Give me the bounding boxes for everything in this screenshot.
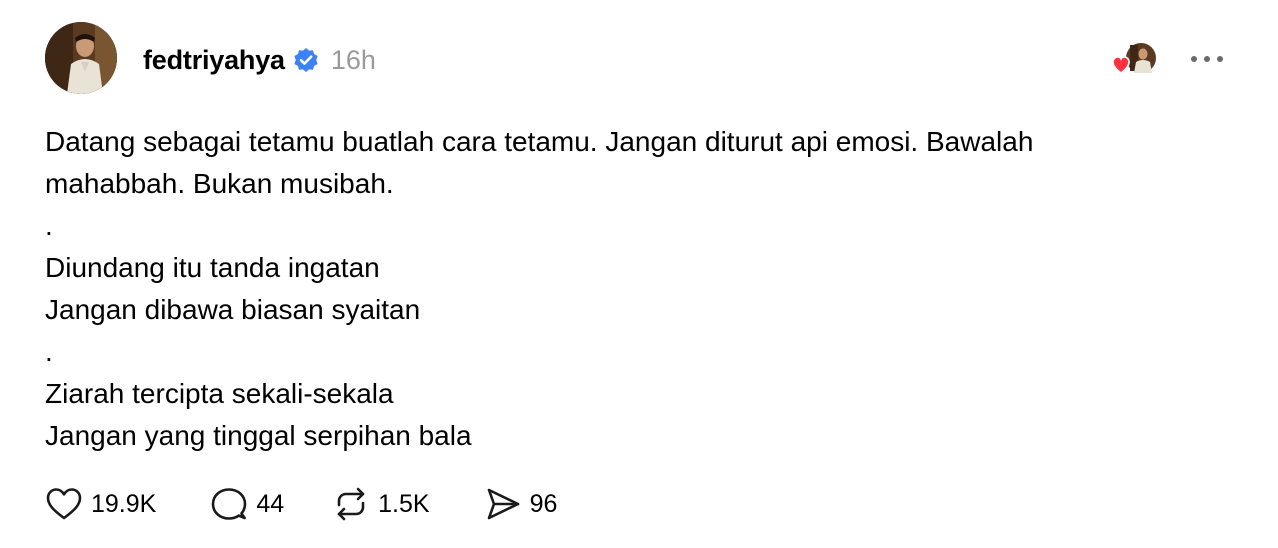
like-count: 19.9K	[91, 489, 157, 518]
post-body-line: Jangan dibawa biasan syaitan	[45, 294, 421, 325]
post-body: Datang sebagai tetamu buatlah cara tetam…	[45, 121, 1195, 457]
share-count: 96	[529, 489, 558, 518]
post-body-line: Jangan yang tinggal serpihan bala	[45, 420, 472, 451]
post-actions: 19.9K 44 1.5K 96	[45, 484, 557, 524]
more-options-icon[interactable]	[1188, 48, 1226, 70]
comment-icon	[212, 488, 247, 520]
avatar[interactable]	[45, 22, 117, 94]
reply-count: 44	[256, 489, 285, 518]
post-body-line: Ziarah tercipta sekali-sekala	[45, 378, 394, 409]
share-button[interactable]: 96	[484, 486, 558, 522]
reply-button[interactable]: 44	[210, 486, 284, 522]
send-icon	[487, 488, 519, 520]
repost-count: 1.5K	[378, 489, 430, 518]
liked-by-avatar-heart-icon[interactable]	[1112, 43, 1158, 77]
post-body-line: .	[45, 336, 53, 367]
username-link[interactable]: fedtriyahya	[143, 45, 285, 76]
post-header: fedtriyahya 16h	[143, 41, 376, 79]
post-timestamp: 16h	[330, 44, 376, 75]
post-body-line: .	[45, 210, 53, 241]
repost-button[interactable]: 1.5K	[332, 486, 430, 522]
post-body-line: Diundang itu tanda ingatan	[45, 252, 380, 283]
post-body-line: mahabbah. Bukan musibah.	[45, 168, 394, 199]
verified-badge-icon	[293, 47, 319, 73]
profile-photo	[45, 22, 117, 94]
post-body-line: Datang sebagai tetamu buatlah cara tetam…	[45, 126, 1034, 157]
like-button[interactable]: 19.9K	[45, 486, 156, 522]
repost-icon	[337, 487, 365, 521]
heart-icon	[46, 488, 82, 520]
thread-post: fedtriyahya 16h Datang sebagai tetamu bu…	[0, 0, 1278, 548]
